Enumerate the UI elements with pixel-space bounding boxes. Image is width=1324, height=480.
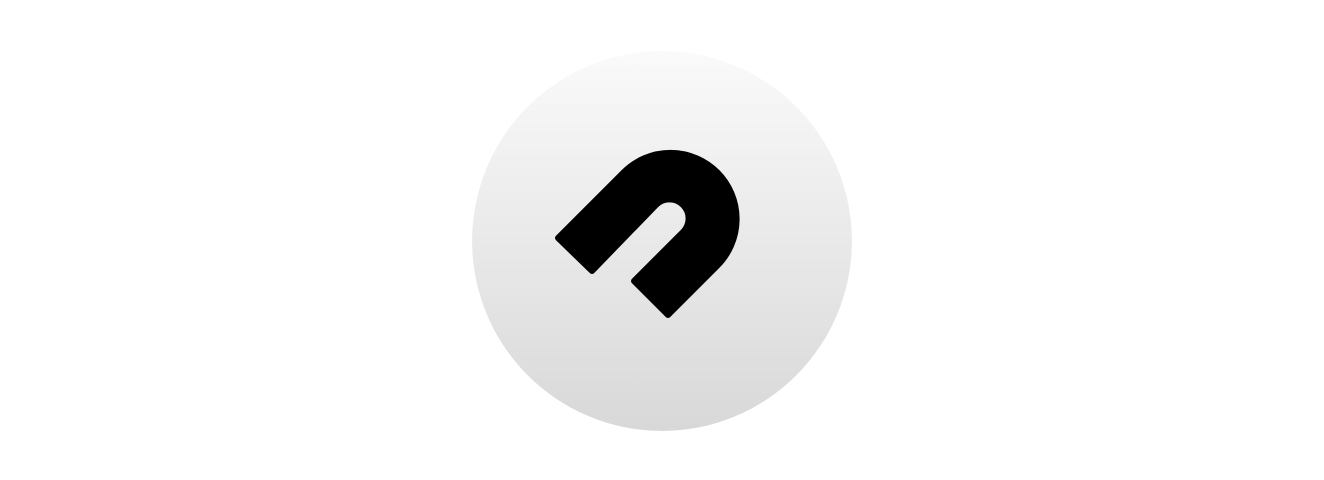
- magnet-icon: [472, 51, 852, 431]
- badge-circle: [472, 51, 852, 431]
- app-icon-canvas: [0, 0, 1324, 480]
- app-logo-badge: [472, 51, 852, 431]
